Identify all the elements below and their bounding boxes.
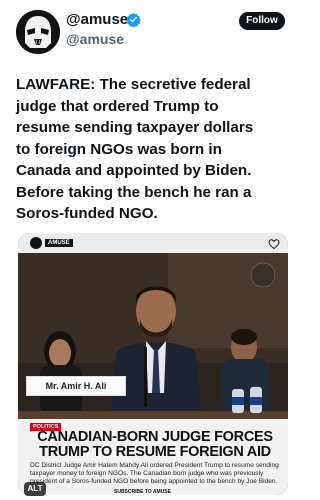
- stormtrooper-avatar-icon: [16, 10, 60, 54]
- verified-badge-icon: [126, 12, 141, 28]
- account-handle[interactable]: @amuse: [66, 31, 124, 47]
- amuse-logo-icon: [30, 237, 42, 249]
- subscribe-footer: SUBSCRIBE TO AMUSE: [114, 489, 171, 495]
- tweet-text: LAWFARE: The secretive federal judge tha…: [16, 76, 254, 222]
- media-top-bar: AMUSE: [18, 233, 288, 253]
- headline: CANADIAN-BORN JUDGE FORCES TRUMP TO RESU…: [37, 429, 273, 460]
- summary-text: DC District Judge Amir Hatem Mahdy Ali o…: [30, 462, 279, 485]
- follow-button[interactable]: Follow: [239, 12, 285, 30]
- hearing-photo: [18, 253, 288, 443]
- news-caption: POLITICS CANADIAN-BORN JUDGE FORCES TRUM…: [18, 419, 288, 495]
- share-icon: [268, 237, 280, 250]
- alt-text-button[interactable]: ALT: [24, 482, 46, 496]
- amuse-tag-label: AMUSE: [45, 239, 73, 247]
- display-name[interactable]: @amuse: [66, 11, 128, 28]
- tweet-header: @amuse @amuse Follow: [0, 0, 306, 62]
- avatar[interactable]: [16, 10, 60, 54]
- amuse-tag: AMUSE: [30, 237, 73, 249]
- tweet-media[interactable]: AMUSE Mr. Amir H. Ali POLITICS CANADIAN-…: [18, 233, 288, 495]
- nameplate: Mr. Amir H. Ali: [26, 376, 126, 396]
